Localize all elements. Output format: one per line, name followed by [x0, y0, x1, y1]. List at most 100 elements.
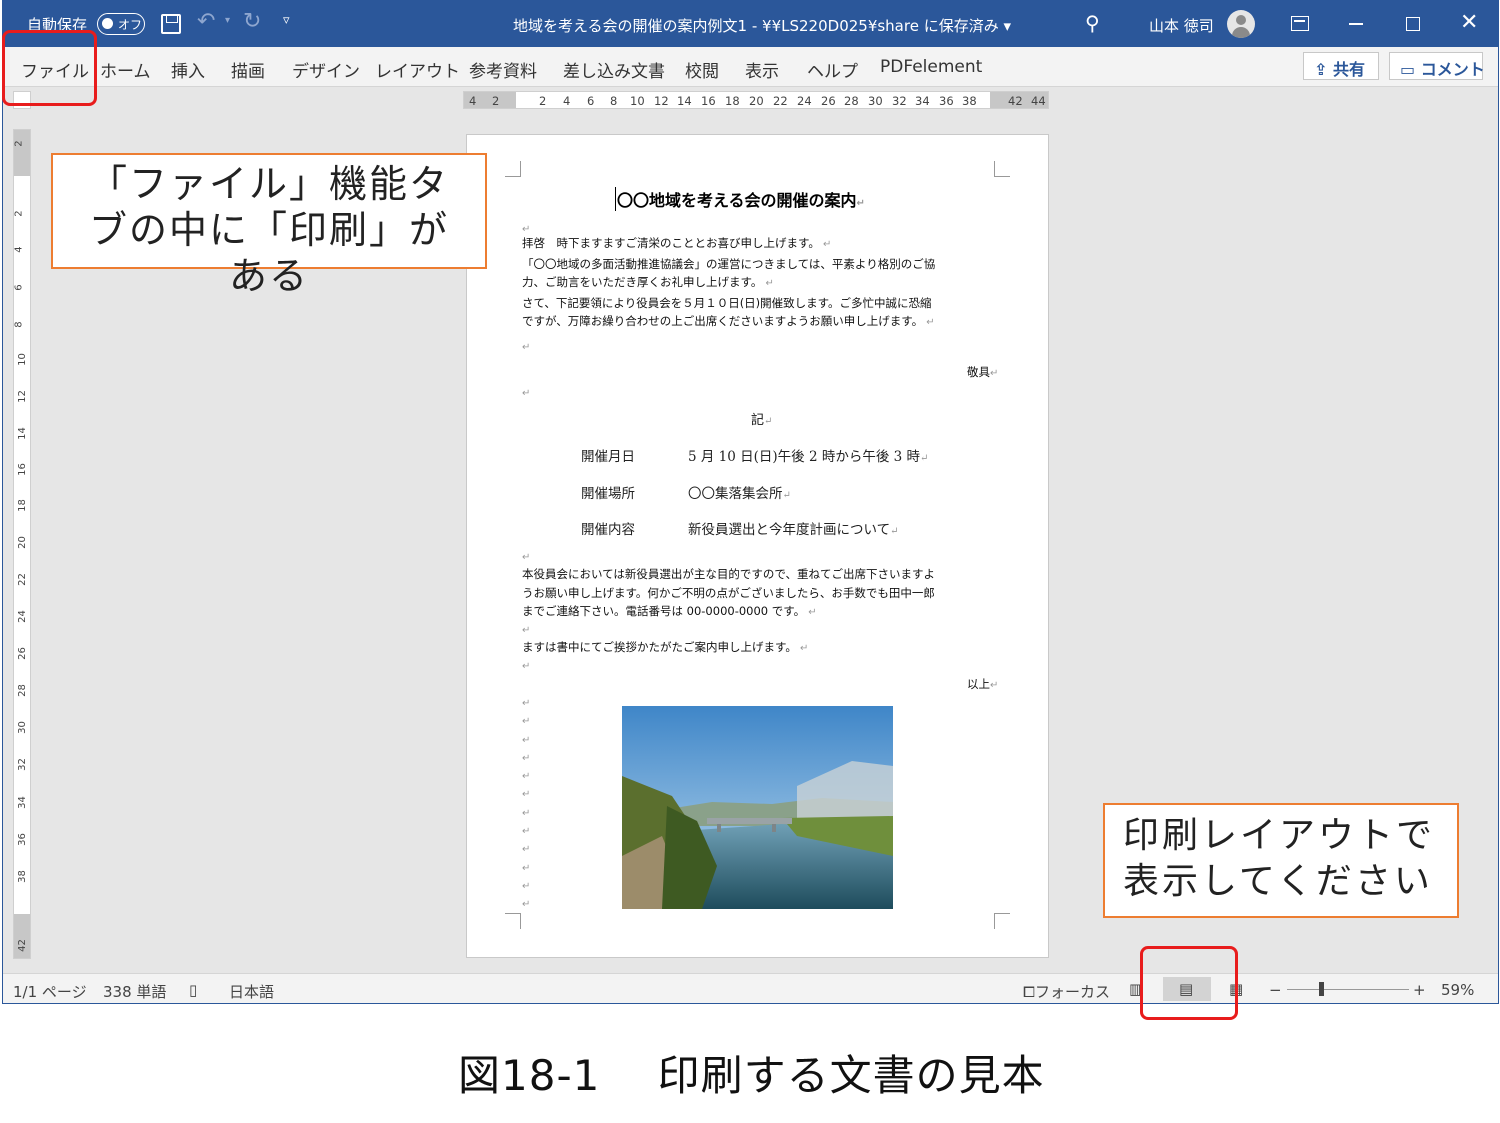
share-icon: ⇪ [1314, 60, 1333, 79]
ruler-number: 44 [1031, 94, 1046, 108]
autosave-toggle[interactable]: オフ [97, 13, 145, 35]
tab-references[interactable]: 参考資料 [469, 57, 537, 82]
paragraph-mark-icon: ↵ [522, 661, 531, 672]
comment-icon: ▭ [1400, 60, 1421, 79]
body-line: うお願い申し上げます。何かご不明の点がございましたら、お手数でも田中一郎 [522, 585, 935, 600]
paragraph-mark-icon: ↵ [522, 342, 531, 353]
detail-value-text: 新役員選出と今年度計画について [688, 522, 891, 538]
focus-label: フォーカス [1035, 983, 1111, 1001]
tab-review[interactable]: 校閲 [685, 57, 719, 82]
river-photo[interactable] [622, 706, 893, 909]
body-paragraph-3[interactable]: ますは書中にてご挨拶かたがたご案内申し上げます。 ↵ [522, 638, 808, 659]
paragraph-mark-icon: ↵ [522, 752, 531, 764]
ki-text: 記 [751, 413, 765, 428]
document-page[interactable]: 〇〇地域を考える会の開催の案内↵ ↵ 拝啓 時下ますますご清栄のこととお喜び申し… [466, 134, 1049, 958]
paragraph-mark-icon: ↵ [522, 716, 531, 728]
save-icon[interactable] [161, 14, 181, 34]
maximize-icon[interactable] [1406, 17, 1420, 31]
ruler-number: 36 [16, 833, 28, 846]
ruler-number: 18 [16, 499, 28, 512]
paragraph-mark-icon: ↵ [890, 526, 899, 537]
ruler-number: 34 [915, 94, 930, 108]
language[interactable]: 日本語 [229, 981, 274, 1002]
highlight-file-tab [2, 30, 97, 106]
ki-heading[interactable]: 記↵ [751, 409, 772, 428]
customize-qat-icon[interactable]: ▿ [283, 13, 290, 28]
ruler-number: 6 [13, 284, 25, 291]
tab-view[interactable]: 表示 [745, 57, 779, 82]
body-line: 本役員会においては新役員選出が主な目的ですので、重ねてご出席下さいますよ [522, 567, 935, 581]
ruler-number: 16 [701, 94, 716, 108]
ruler-number: 36 [939, 94, 954, 108]
ruler-number: 32 [16, 758, 28, 771]
zoom-out-button[interactable]: − [1269, 981, 1282, 999]
ruler-number: 34 [16, 796, 28, 809]
ribbon-tabs: ファイル ホーム 挿入 描画 デザイン レイアウト 参考資料 差し込み文書 校閲… [3, 47, 1498, 87]
keigu-text: 敬具 [967, 365, 990, 379]
ribbon-display-options-icon[interactable] [1291, 16, 1309, 31]
detail-value-date[interactable]: 5 月 10 日(日)午後 2 時から午後 3 時↵ [688, 445, 928, 465]
paragraph-mark-icon: ↵ [522, 880, 531, 892]
undo-icon[interactable]: ↶ [197, 9, 215, 34]
tab-help[interactable]: ヘルプ [807, 57, 858, 82]
ruler-number: 32 [892, 94, 907, 108]
body-paragraph-2[interactable]: 本役員会においては新役員選出が主な目的ですので、重ねてご出席下さいますよ うお願… [522, 565, 935, 623]
tab-layout[interactable]: レイアウト [375, 57, 460, 82]
detail-value-content[interactable]: 新役員選出と今年度計画について↵ [688, 518, 899, 538]
margin-corner [505, 913, 521, 929]
tab-pdfelement[interactable]: PDFelement [880, 57, 982, 77]
tab-insert[interactable]: 挿入 [171, 57, 205, 82]
title-bar: 自動保存 オフ ↶ ▾ ↻ ▿ 地域を考える会の開催の案内例文1 - ¥¥LS2… [3, 1, 1498, 47]
redo-icon[interactable]: ↻ [243, 9, 261, 34]
word-window: 自動保存 オフ ↶ ▾ ↻ ▿ 地域を考える会の開催の案内例文1 - ¥¥LS2… [2, 0, 1499, 1004]
undo-dropdown-icon[interactable]: ▾ [225, 15, 230, 26]
proofing-icon[interactable]: ▯ [189, 981, 197, 999]
body-line: ですが、万障お繰り合わせの上ご出席くださいますようお願い申し上げます。 [522, 314, 924, 328]
tab-draw[interactable]: 描画 [231, 57, 265, 82]
avatar[interactable] [1227, 10, 1255, 38]
zoom-slider-track[interactable] [1287, 989, 1409, 990]
focus-button[interactable]: ⧠フォーカス [1023, 981, 1110, 1002]
bridge-shape [707, 818, 792, 824]
ruler-number: 22 [773, 94, 788, 108]
avatar-head-icon [1236, 15, 1246, 25]
ruler-number: 22 [16, 573, 28, 586]
document-title[interactable]: 地域を考える会の開催の案内例文1 - ¥¥LS220D025¥share に保存… [513, 15, 1011, 36]
body-line: さて、下記要領により役員会を５月１０日(日)開催致します。ご多忙中誠に恐縮 [522, 295, 932, 310]
zoom-in-button[interactable]: + [1413, 981, 1426, 999]
paragraph-mark-icon: ↵ [522, 771, 531, 783]
ruler-top-margin [14, 130, 30, 176]
closing-keigu[interactable]: 敬具↵ [967, 364, 998, 380]
margin-corner [994, 161, 1010, 177]
search-icon[interactable]: ⚲ [1085, 11, 1100, 35]
zoom-slider-thumb[interactable] [1319, 982, 1324, 996]
user-name[interactable]: 山本 徳司 [1149, 15, 1214, 36]
ruler-number: 2 [13, 210, 25, 217]
detail-value-place[interactable]: 〇〇集落集会所↵ [688, 482, 791, 502]
comment-label: コメント [1420, 60, 1485, 79]
zoom-level[interactable]: 59% [1441, 981, 1474, 999]
empty-paragraph-column: ↵ ↵ ↵ ↵ ↵ ↵ ↵ ↵ ↵ ↵ ↵ ↵ [522, 695, 530, 915]
minimize-icon[interactable] [1349, 23, 1363, 25]
body-line: 拝啓 時下ますますご清栄のこととお喜び申し上げます。 [522, 236, 820, 250]
word-count[interactable]: 338 単語 [103, 981, 166, 1002]
ruler-number: 38 [16, 870, 28, 883]
closing-ijo[interactable]: 以上↵ [967, 676, 998, 692]
ruler-number: 42 [16, 939, 28, 952]
body-line: 「〇〇地域の多面活動推進協議会」の運営につきましては、平素より格別のご協 [522, 256, 936, 271]
share-button[interactable]: ⇪ 共有 [1303, 52, 1379, 80]
tab-home[interactable]: ホーム [100, 57, 151, 82]
document-heading[interactable]: 〇〇地域を考える会の開催の案内↵ [615, 187, 865, 211]
tab-design[interactable]: デザイン [292, 57, 360, 82]
close-icon[interactable]: ✕ [1460, 10, 1478, 35]
comment-button[interactable]: ▭ コメント [1389, 52, 1485, 80]
focus-icon: ⧠ [1023, 983, 1036, 1001]
body-paragraph-1[interactable]: 拝啓 時下ますますご清栄のこととお喜び申し上げます。 ↵ 「〇〇地域の多面活動推… [522, 234, 935, 333]
ruler-number: 30 [868, 94, 883, 108]
horizontal-ruler[interactable]: 4 2 2 4 6 8 10 12 14 16 18 20 22 24 26 2… [463, 91, 1049, 109]
page-count[interactable]: 1/1 ページ [13, 981, 87, 1002]
tab-mailings[interactable]: 差し込み文書 [563, 57, 665, 82]
ruler-number: 18 [725, 94, 740, 108]
paragraph-mark-icon: ↵ [522, 388, 531, 399]
vertical-ruler[interactable]: 2 2 4 6 8 10 12 14 16 18 20 22 24 26 28 … [13, 129, 31, 959]
